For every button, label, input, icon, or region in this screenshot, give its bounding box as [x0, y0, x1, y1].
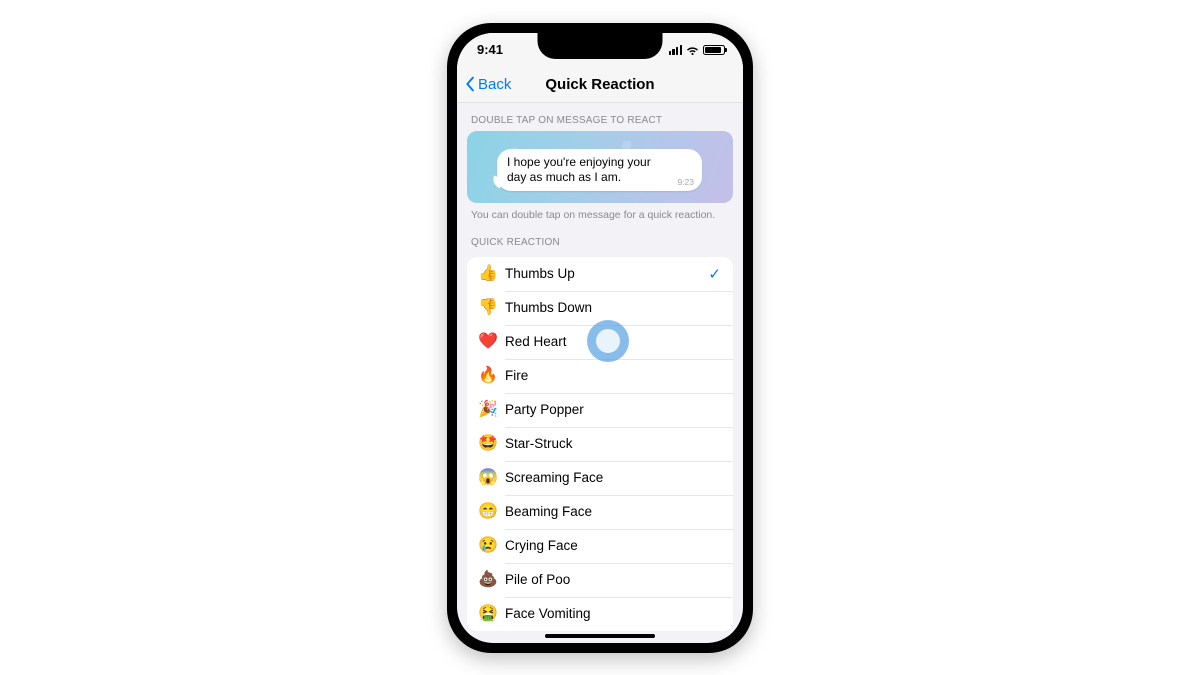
chevron-left-icon	[465, 76, 476, 92]
reaction-emoji-icon: 👎	[477, 300, 499, 316]
reaction-label: Star-Struck	[505, 436, 721, 451]
reaction-row[interactable]: 🔥 Fire	[467, 359, 733, 393]
reaction-label: Beaming Face	[505, 504, 721, 519]
stage: 9:41 Back Quick Reaction DOUBLE TAP ON M	[0, 0, 1200, 675]
phone-frame: 9:41 Back Quick Reaction DOUBLE TAP ON M	[447, 23, 753, 653]
reaction-label: Thumbs Down	[505, 300, 721, 315]
message-time: 9:23	[677, 177, 694, 187]
reaction-row[interactable]: 🎉 Party Popper	[467, 393, 733, 427]
reaction-emoji-icon: 🔥	[477, 368, 499, 384]
notch	[538, 33, 663, 59]
reaction-row[interactable]: ❤️ Red Heart	[467, 325, 733, 359]
reaction-row[interactable]: 😢 Crying Face	[467, 529, 733, 563]
wifi-icon	[686, 45, 699, 55]
reaction-label: Thumbs Up	[505, 266, 708, 281]
checkmark-icon: ✓	[708, 265, 721, 283]
preview-header: DOUBLE TAP ON MESSAGE TO REACT	[457, 103, 743, 131]
battery-icon	[703, 45, 725, 55]
reaction-label: Red Heart	[505, 334, 721, 349]
cellular-signal-icon	[669, 45, 682, 55]
reaction-emoji-icon: 🎉	[477, 402, 499, 418]
list-header: QUICK REACTION	[457, 221, 743, 253]
status-time: 9:41	[477, 42, 503, 57]
reaction-row[interactable]: 😱 Screaming Face	[467, 461, 733, 495]
back-button[interactable]: Back	[465, 67, 511, 102]
reaction-emoji-icon: 💩	[477, 572, 499, 588]
message-preview[interactable]: I hope you're enjoying your day as much …	[467, 131, 733, 203]
reaction-emoji-icon: ❤️	[477, 334, 499, 350]
nav-bar: Back Quick Reaction	[457, 67, 743, 103]
message-bubble[interactable]: I hope you're enjoying your day as much …	[497, 149, 702, 192]
reaction-label: Face Vomiting	[505, 606, 721, 621]
reaction-row[interactable]: 🤩 Star-Struck	[467, 427, 733, 461]
reaction-emoji-icon: 🤮	[477, 606, 499, 622]
reaction-label: Screaming Face	[505, 470, 721, 485]
reaction-label: Crying Face	[505, 538, 721, 553]
reaction-emoji-icon: 😁	[477, 504, 499, 520]
reaction-row[interactable]: 😁 Beaming Face	[467, 495, 733, 529]
reaction-emoji-icon: 👍	[477, 266, 499, 282]
reaction-label: Fire	[505, 368, 721, 383]
back-label: Back	[478, 76, 511, 93]
page-title: Quick Reaction	[545, 76, 654, 93]
home-indicator[interactable]	[545, 634, 655, 638]
reaction-emoji-icon: 🤩	[477, 436, 499, 452]
reaction-row[interactable]: 👍 Thumbs Up✓	[467, 257, 733, 291]
phone-screen: 9:41 Back Quick Reaction DOUBLE TAP ON M	[457, 33, 743, 643]
preview-footer: You can double tap on message for a quic…	[457, 203, 743, 221]
message-text: I hope you're enjoying your day as much …	[507, 155, 692, 186]
reaction-label: Party Popper	[505, 402, 721, 417]
status-icons	[669, 45, 725, 55]
reaction-label: Pile of Poo	[505, 572, 721, 587]
reaction-emoji-icon: 😢	[477, 538, 499, 554]
reaction-row[interactable]: 🤮 Face Vomiting	[467, 597, 733, 631]
content: DOUBLE TAP ON MESSAGE TO REACT I hope yo…	[457, 103, 743, 643]
reaction-list: 👍 Thumbs Up✓ 👎 Thumbs Down ❤️ Red Heart 🔥 Fire 🎉…	[467, 257, 733, 631]
reaction-row[interactable]: 👎 Thumbs Down	[467, 291, 733, 325]
reaction-row[interactable]: 💩 Pile of Poo	[467, 563, 733, 597]
reaction-emoji-icon: 😱	[477, 470, 499, 486]
